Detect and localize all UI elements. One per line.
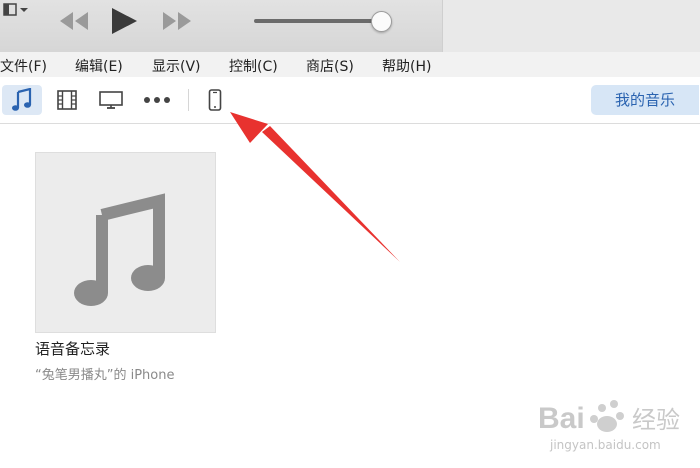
volume-slider-knob[interactable] [371, 11, 392, 32]
fast-forward-icon[interactable] [160, 9, 194, 37]
media-toolbar: 我的音乐 [0, 77, 700, 124]
music-note-icon [12, 88, 32, 111]
svg-text:Bai: Bai [538, 402, 585, 435]
watermark-url: jingyan.baidu.com [550, 438, 661, 452]
movies-tab-button[interactable] [52, 85, 82, 115]
menu-bar: 文件(F) 编辑(E) 显示(V) 控制(C) 商店(S) 帮助(H) [0, 52, 700, 77]
album-subtitle: “兔笔男播丸”的 iPhone [35, 368, 175, 383]
tv-icon [99, 91, 123, 109]
menu-edit[interactable]: 编辑(E) [75, 56, 123, 76]
player-bar [0, 0, 700, 52]
more-dots-icon [144, 97, 170, 103]
menu-view[interactable]: 显示(V) [152, 56, 201, 76]
more-button[interactable] [141, 85, 173, 115]
iphone-device-icon [208, 89, 222, 111]
album-artwork[interactable] [35, 152, 216, 333]
menu-file[interactable]: 文件(F) [0, 56, 47, 76]
player-controls-area [0, 0, 443, 52]
my-music-button[interactable]: 我的音乐 [591, 85, 699, 115]
baidu-jingyan-watermark: Bai 经验 jingyan.baidu.com [520, 392, 695, 462]
svg-text:经验: 经验 [632, 406, 680, 434]
volume-slider-track[interactable] [254, 19, 382, 23]
album-title[interactable]: 语音备忘录 [35, 338, 110, 359]
music-note-placeholder-icon [74, 193, 165, 306]
film-icon [57, 90, 77, 110]
iphone-device-button[interactable] [202, 85, 228, 115]
menu-store[interactable]: 商店(S) [306, 56, 354, 76]
sidebar-toggle-icon[interactable] [3, 2, 33, 16]
menu-help[interactable]: 帮助(H) [382, 56, 431, 76]
play-icon[interactable] [108, 5, 140, 41]
menu-control[interactable]: 控制(C) [229, 56, 278, 76]
tv-tab-button[interactable] [95, 85, 127, 115]
music-tab-button[interactable] [2, 85, 42, 115]
toolbar-separator [188, 89, 189, 111]
rewind-icon[interactable] [57, 9, 91, 37]
